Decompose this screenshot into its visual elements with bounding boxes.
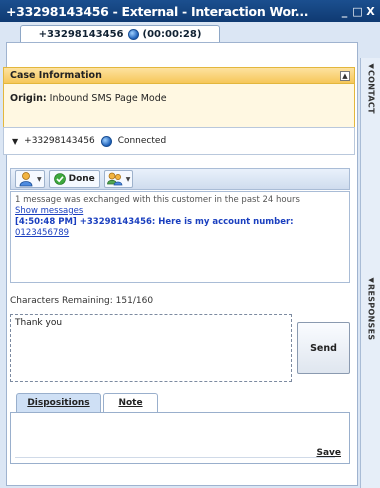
contact-menu-button[interactable]: ▼ bbox=[15, 170, 45, 188]
check-icon bbox=[53, 173, 66, 185]
tab-dispositions-label: Dispositions bbox=[27, 398, 90, 408]
side-tab-contact[interactable]: ◀ CONTACT bbox=[364, 62, 378, 114]
expand-arrow-icon: ◀ bbox=[368, 62, 374, 70]
side-panel-bar: ◀ CONTACT ◀ RESPONSES bbox=[360, 58, 380, 488]
minimize-button[interactable]: _ bbox=[338, 4, 351, 19]
interaction-timer: (00:00:28) bbox=[142, 29, 202, 40]
tab-note-label: Note bbox=[118, 398, 143, 408]
connected-status-icon bbox=[100, 135, 112, 147]
note-divider bbox=[15, 457, 335, 458]
interaction-tab-number: +33298143456 bbox=[38, 29, 124, 40]
expand-arrow-icon: ◀ bbox=[368, 276, 374, 284]
origin-value: Inbound SMS Page Mode bbox=[49, 93, 167, 104]
account-number-link[interactable]: 0123456789 bbox=[15, 228, 345, 239]
sms-toolbar: ▼ Done ▼ bbox=[10, 168, 350, 190]
transfer-menu-button[interactable]: ▼ bbox=[103, 170, 134, 188]
chat-transcript: 1 message was exchanged with this custom… bbox=[10, 191, 350, 283]
interaction-tabstrip: +33298143456 (00:00:28) bbox=[0, 22, 360, 43]
window-body: +33298143456 (00:00:28) Case Information… bbox=[0, 22, 380, 488]
characters-remaining: Characters Remaining: 151/160 bbox=[10, 296, 154, 306]
party-number: +33298143456 bbox=[24, 136, 95, 146]
tab-dispositions[interactable]: Dispositions bbox=[16, 393, 101, 413]
window-title: +33298143456 - External - Interaction Wo… bbox=[6, 3, 309, 19]
bottom-tabs: Dispositions Note bbox=[10, 393, 350, 413]
interaction-tab[interactable]: +33298143456 (00:00:28) bbox=[20, 25, 220, 43]
person-icon bbox=[19, 172, 33, 187]
tab-note[interactable]: Note bbox=[103, 393, 158, 413]
chevron-down-icon: ▼ bbox=[125, 175, 131, 183]
send-button[interactable]: Send bbox=[297, 322, 350, 374]
save-button[interactable]: Save bbox=[316, 448, 341, 458]
window-titlebar: +33298143456 - External - Interaction Wo… bbox=[0, 0, 380, 22]
maximize-button[interactable]: □ bbox=[351, 4, 364, 19]
party-status: Connected bbox=[117, 136, 167, 146]
side-tab-responses[interactable]: ◀ RESPONSES bbox=[364, 276, 378, 340]
case-origin: Origin: Inbound SMS Page Mode bbox=[4, 84, 354, 113]
origin-label: Origin: bbox=[10, 93, 47, 104]
chevron-down-icon: ▼ bbox=[37, 175, 42, 183]
interaction-status-icon bbox=[127, 29, 139, 40]
transfer-people-icon bbox=[106, 172, 123, 186]
done-label: Done bbox=[68, 174, 95, 184]
message-input[interactable]: Thank you bbox=[10, 314, 292, 382]
expand-triangle-icon[interactable]: ▼ bbox=[12, 137, 18, 146]
close-button[interactable]: X bbox=[364, 4, 377, 19]
show-messages-link[interactable]: Show messages bbox=[15, 206, 345, 217]
transcript-message: [4:50:48 PM] +33298143456: Here is my ac… bbox=[15, 217, 294, 227]
case-information-title: Case Information bbox=[10, 70, 102, 81]
transcript-notice: 1 message was exchanged with this custom… bbox=[15, 195, 300, 205]
note-panel[interactable]: Save bbox=[10, 412, 350, 464]
side-tab-contact-label: CONTACT bbox=[366, 70, 376, 114]
side-tab-responses-label: RESPONSES bbox=[366, 284, 376, 341]
party-row[interactable]: ▼ +33298143456 Connected bbox=[3, 127, 355, 155]
done-button[interactable]: Done bbox=[48, 170, 100, 188]
case-information-header[interactable]: Case Information ▲ bbox=[4, 68, 354, 84]
collapse-icon[interactable]: ▲ bbox=[340, 70, 350, 81]
